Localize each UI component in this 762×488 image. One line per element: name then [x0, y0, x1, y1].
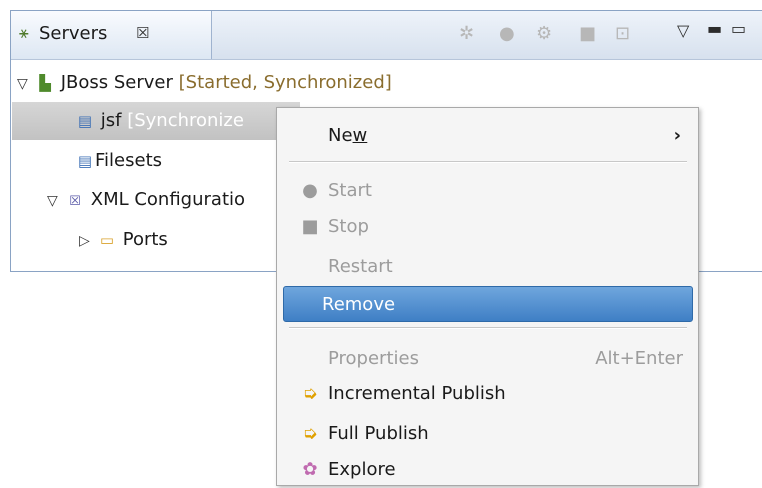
server-status: [Started, Synchronized]: [178, 72, 392, 93]
minimize-icon[interactable]: ▬: [707, 19, 722, 38]
start-icon: ●: [302, 180, 318, 201]
menu-item-remove[interactable]: Remove: [283, 286, 693, 322]
folder-icon: ▭: [99, 231, 115, 249]
menu-separator: [289, 327, 687, 329]
menu-item-start[interactable]: ● Start: [283, 173, 693, 209]
menu-item-label: Remove: [322, 294, 396, 315]
collapse-icon[interactable]: ▷: [79, 222, 97, 260]
tree-row-xml-config[interactable]: ▽ ☒ XML Configuratio: [47, 181, 245, 219]
tree-row-ports[interactable]: ▷ ▭ Ports: [79, 221, 168, 259]
menu-item-label: New: [328, 125, 368, 146]
start-icon[interactable]: ●: [499, 23, 515, 44]
menu-item-label: Incremental Publish: [328, 383, 506, 404]
menu-item-label: Explore: [328, 459, 396, 480]
view-titlebar: ⚹ Servers ☒ ✲ ● ⚙ ■ ⊡ ▽ ▬ ▭: [11, 11, 762, 60]
menu-item-restart[interactable]: Restart: [283, 249, 693, 285]
expand-icon[interactable]: ▽: [17, 65, 35, 103]
module-status: [Synchronize: [127, 110, 244, 131]
maximize-icon[interactable]: ▭: [731, 19, 746, 38]
shortcut-label: Alt+Enter: [595, 348, 683, 369]
server-icon: ▙: [39, 74, 51, 92]
menu-separator: [289, 161, 687, 163]
stop-icon: ■: [301, 216, 319, 237]
menu-item-label: Properties: [328, 348, 419, 369]
menu-item-new[interactable]: New ›: [283, 118, 693, 154]
tab-title: Servers: [39, 23, 108, 44]
servers-icon: ⚹: [19, 23, 29, 42]
tree-row-filesets[interactable]: ▤ Filesets: [75, 142, 162, 180]
explore-icon: ✿: [302, 459, 318, 480]
servers-tab[interactable]: ⚹ Servers ☒: [11, 11, 212, 59]
publish-icon: ➭: [302, 423, 318, 444]
tree-row-server[interactable]: ▽ ▙ JBoss Server [Started, Synchronized]: [17, 64, 392, 102]
publish-icon[interactable]: ⊡: [615, 23, 630, 44]
menu-item-label: Restart: [328, 256, 393, 277]
close-icon[interactable]: ☒: [136, 24, 149, 42]
xml-icon: ☒: [69, 194, 81, 209]
module-icon: ▤: [77, 112, 93, 130]
menu-item-label: Stop: [328, 216, 369, 237]
context-menu: New › ● Start ■ Stop Restart Remove Prop…: [276, 107, 699, 486]
tree-row-module[interactable]: ▤ jsf [Synchronize: [12, 102, 300, 140]
menu-item-label: Full Publish: [328, 423, 429, 444]
module-name: jsf: [100, 110, 122, 131]
server-name: JBoss Server: [60, 72, 173, 93]
menu-item-explore[interactable]: ✿ Explore: [283, 452, 693, 488]
menu-item-incremental-publish[interactable]: ➭ Incremental Publish: [283, 376, 693, 412]
menu-item-properties[interactable]: Properties Alt+Enter: [283, 341, 693, 377]
stop-icon[interactable]: ■: [579, 23, 596, 44]
menu-item-stop[interactable]: ■ Stop: [283, 209, 693, 245]
debug-icon[interactable]: ✲: [459, 23, 474, 44]
menu-item-label: Start: [328, 180, 372, 201]
xml-config-label: XML Configuratio: [90, 189, 246, 210]
submenu-arrow-icon: ›: [673, 125, 681, 146]
view-menu-icon[interactable]: ▽: [677, 21, 689, 40]
profile-icon[interactable]: ⚙: [536, 23, 552, 44]
expand-icon[interactable]: ▽: [47, 182, 65, 220]
menu-item-full-publish[interactable]: ➭ Full Publish: [283, 416, 693, 452]
ports-label: Ports: [122, 229, 168, 250]
publish-icon: ➭: [302, 383, 318, 404]
fileset-icon: ▤: [77, 152, 93, 170]
filesets-label: Filesets: [95, 150, 163, 171]
